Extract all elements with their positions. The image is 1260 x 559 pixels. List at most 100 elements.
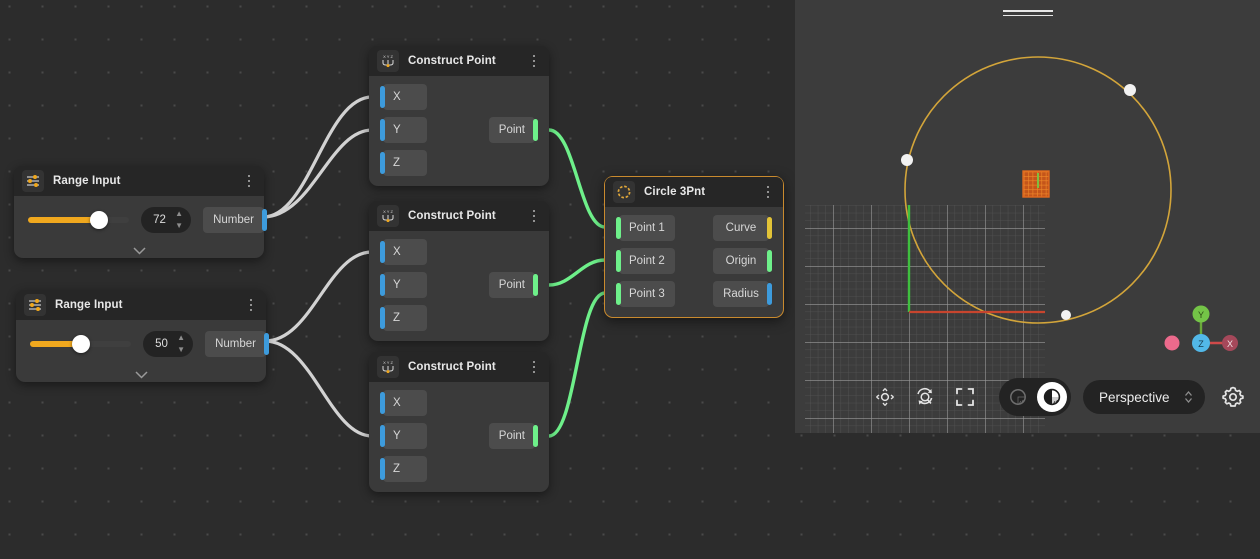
- output-port-point[interactable]: [533, 274, 538, 296]
- slider-knob[interactable]: [72, 335, 90, 353]
- input-port-label-z[interactable]: Z: [383, 150, 427, 176]
- input-port-label-z[interactable]: Z: [383, 456, 427, 482]
- node-header[interactable]: Range Input: [14, 166, 264, 196]
- number-stepper[interactable]: ▲ ▼: [174, 210, 184, 230]
- input-port-label-z[interactable]: Z: [383, 305, 427, 331]
- node-circle-3pnt[interactable]: Circle 3Pnt Point 1 Curve: [604, 176, 784, 318]
- projection-select[interactable]: Perspective: [1083, 380, 1205, 414]
- axis-gizmo-neg-x[interactable]: [1165, 336, 1180, 351]
- stepper-up-icon[interactable]: ▲: [174, 210, 184, 218]
- node-range-input-2[interactable]: Range Input 50 ▲ ▼: [16, 290, 266, 382]
- curve-handle-point[interactable]: [901, 154, 913, 166]
- more-options-icon[interactable]: [527, 207, 541, 225]
- more-options-icon[interactable]: [527, 358, 541, 376]
- gear-icon[interactable]: [1219, 383, 1247, 411]
- axis-gizmo[interactable]: Y X Z: [1160, 301, 1242, 363]
- output-port-radius[interactable]: [767, 283, 772, 305]
- node-construct-point-3[interactable]: X Y Z Construct Point X: [369, 352, 549, 492]
- node-header[interactable]: X Y Z Construct Point: [369, 46, 549, 76]
- node-header[interactable]: X Y Z Construct Point: [369, 201, 549, 231]
- input-port-x[interactable]: [380, 392, 385, 414]
- input-port-y[interactable]: [380, 274, 385, 296]
- input-port-z[interactable]: [380, 307, 385, 329]
- input-port-y[interactable]: [380, 425, 385, 447]
- output-label-text: Origin: [726, 255, 757, 267]
- input-port-label-x[interactable]: X: [383, 239, 427, 265]
- port-row-y: Y Point: [369, 272, 549, 298]
- node-header[interactable]: Circle 3Pnt: [605, 177, 783, 207]
- wire-range2-to-cp3-y: [265, 341, 372, 436]
- input-port-label-y[interactable]: Y: [383, 272, 427, 298]
- slider-knob[interactable]: [90, 211, 108, 229]
- input-port-point1[interactable]: [616, 217, 621, 239]
- input-port-y[interactable]: [380, 119, 385, 141]
- curve-handle-point[interactable]: [1061, 310, 1071, 320]
- output-port-label-point[interactable]: Point: [489, 423, 535, 449]
- range-slider[interactable]: [30, 341, 131, 347]
- wireframe-shading-icon[interactable]: [1003, 382, 1033, 412]
- node-construct-point-1[interactable]: X Y Z Construct Point X: [369, 46, 549, 186]
- input-port-label-y[interactable]: Y: [383, 117, 427, 143]
- output-port-label-point[interactable]: Point: [489, 117, 535, 143]
- port-row-y: Y Point: [369, 423, 549, 449]
- chevron-down-icon[interactable]: [14, 246, 264, 256]
- viewport-scene[interactable]: [795, 0, 1260, 433]
- input-port-label-point1[interactable]: Point 1: [619, 215, 675, 241]
- updown-caret-icon[interactable]: [1184, 390, 1193, 404]
- output-port-number[interactable]: [262, 209, 267, 231]
- output-port-label-number[interactable]: Number: [203, 207, 264, 233]
- more-options-icon[interactable]: [244, 296, 258, 314]
- output-port-point[interactable]: [533, 425, 538, 447]
- stepper-up-icon[interactable]: ▲: [176, 334, 186, 342]
- node-construct-point-2[interactable]: X Y Z Construct Point X: [369, 201, 549, 341]
- output-port-label-origin[interactable]: Origin: [713, 248, 769, 274]
- more-options-icon[interactable]: [242, 172, 256, 190]
- port-row-x: X: [369, 390, 549, 416]
- viewport-3d[interactable]: Y X Z: [795, 0, 1260, 433]
- node-header[interactable]: Range Input: [16, 290, 266, 320]
- fit-view-icon[interactable]: [945, 380, 985, 414]
- stepper-down-icon[interactable]: ▼: [176, 346, 186, 354]
- input-port-point2[interactable]: [616, 250, 621, 272]
- output-port-label-radius[interactable]: Radius: [713, 281, 769, 307]
- output-port-number[interactable]: [264, 333, 269, 355]
- input-label-text: Z: [393, 463, 400, 475]
- input-port-x[interactable]: [380, 241, 385, 263]
- node-title: Range Input: [53, 175, 233, 187]
- input-port-x[interactable]: [380, 86, 385, 108]
- panel-drag-handle[interactable]: [1003, 10, 1053, 19]
- wire-cp3-point-to-point3: [549, 293, 605, 436]
- input-port-label-x[interactable]: X: [383, 84, 427, 110]
- more-options-icon[interactable]: [527, 52, 541, 70]
- range-number-field[interactable]: 72 ▲ ▼: [141, 207, 191, 233]
- input-port-label-point2[interactable]: Point 2: [619, 248, 675, 274]
- range-number-field[interactable]: 50 ▲ ▼: [143, 331, 193, 357]
- pan-tool-icon[interactable]: [865, 380, 905, 414]
- curve-handle-point[interactable]: [1124, 84, 1136, 96]
- shaded-shading-icon[interactable]: [1037, 382, 1067, 412]
- node-body: X Y Point Z: [369, 76, 549, 186]
- input-port-label-point3[interactable]: Point 3: [619, 281, 675, 307]
- input-label-text: X: [393, 397, 401, 409]
- node-range-input-1[interactable]: Range Input 72 ▲ ▼: [14, 166, 264, 258]
- input-port-label-x[interactable]: X: [383, 390, 427, 416]
- input-port-z[interactable]: [380, 152, 385, 174]
- output-port-label-point[interactable]: Point: [489, 272, 535, 298]
- output-port-origin[interactable]: [767, 250, 772, 272]
- chevron-down-icon[interactable]: [16, 370, 266, 380]
- range-slider[interactable]: [28, 217, 129, 223]
- output-port-curve[interactable]: [767, 217, 772, 239]
- output-port-point[interactable]: [533, 119, 538, 141]
- range-control-row: 50 ▲ ▼ Number: [16, 328, 266, 360]
- stepper-down-icon[interactable]: ▼: [174, 222, 184, 230]
- input-port-point3[interactable]: [616, 283, 621, 305]
- input-label-text: X: [393, 246, 401, 258]
- orbit-tool-icon[interactable]: [905, 380, 945, 414]
- output-port-label-curve[interactable]: Curve: [713, 215, 769, 241]
- output-port-label-number[interactable]: Number: [205, 331, 266, 357]
- number-stepper[interactable]: ▲ ▼: [176, 334, 186, 354]
- input-port-label-y[interactable]: Y: [383, 423, 427, 449]
- node-header[interactable]: X Y Z Construct Point: [369, 352, 549, 382]
- more-options-icon[interactable]: [761, 183, 775, 201]
- input-port-z[interactable]: [380, 458, 385, 480]
